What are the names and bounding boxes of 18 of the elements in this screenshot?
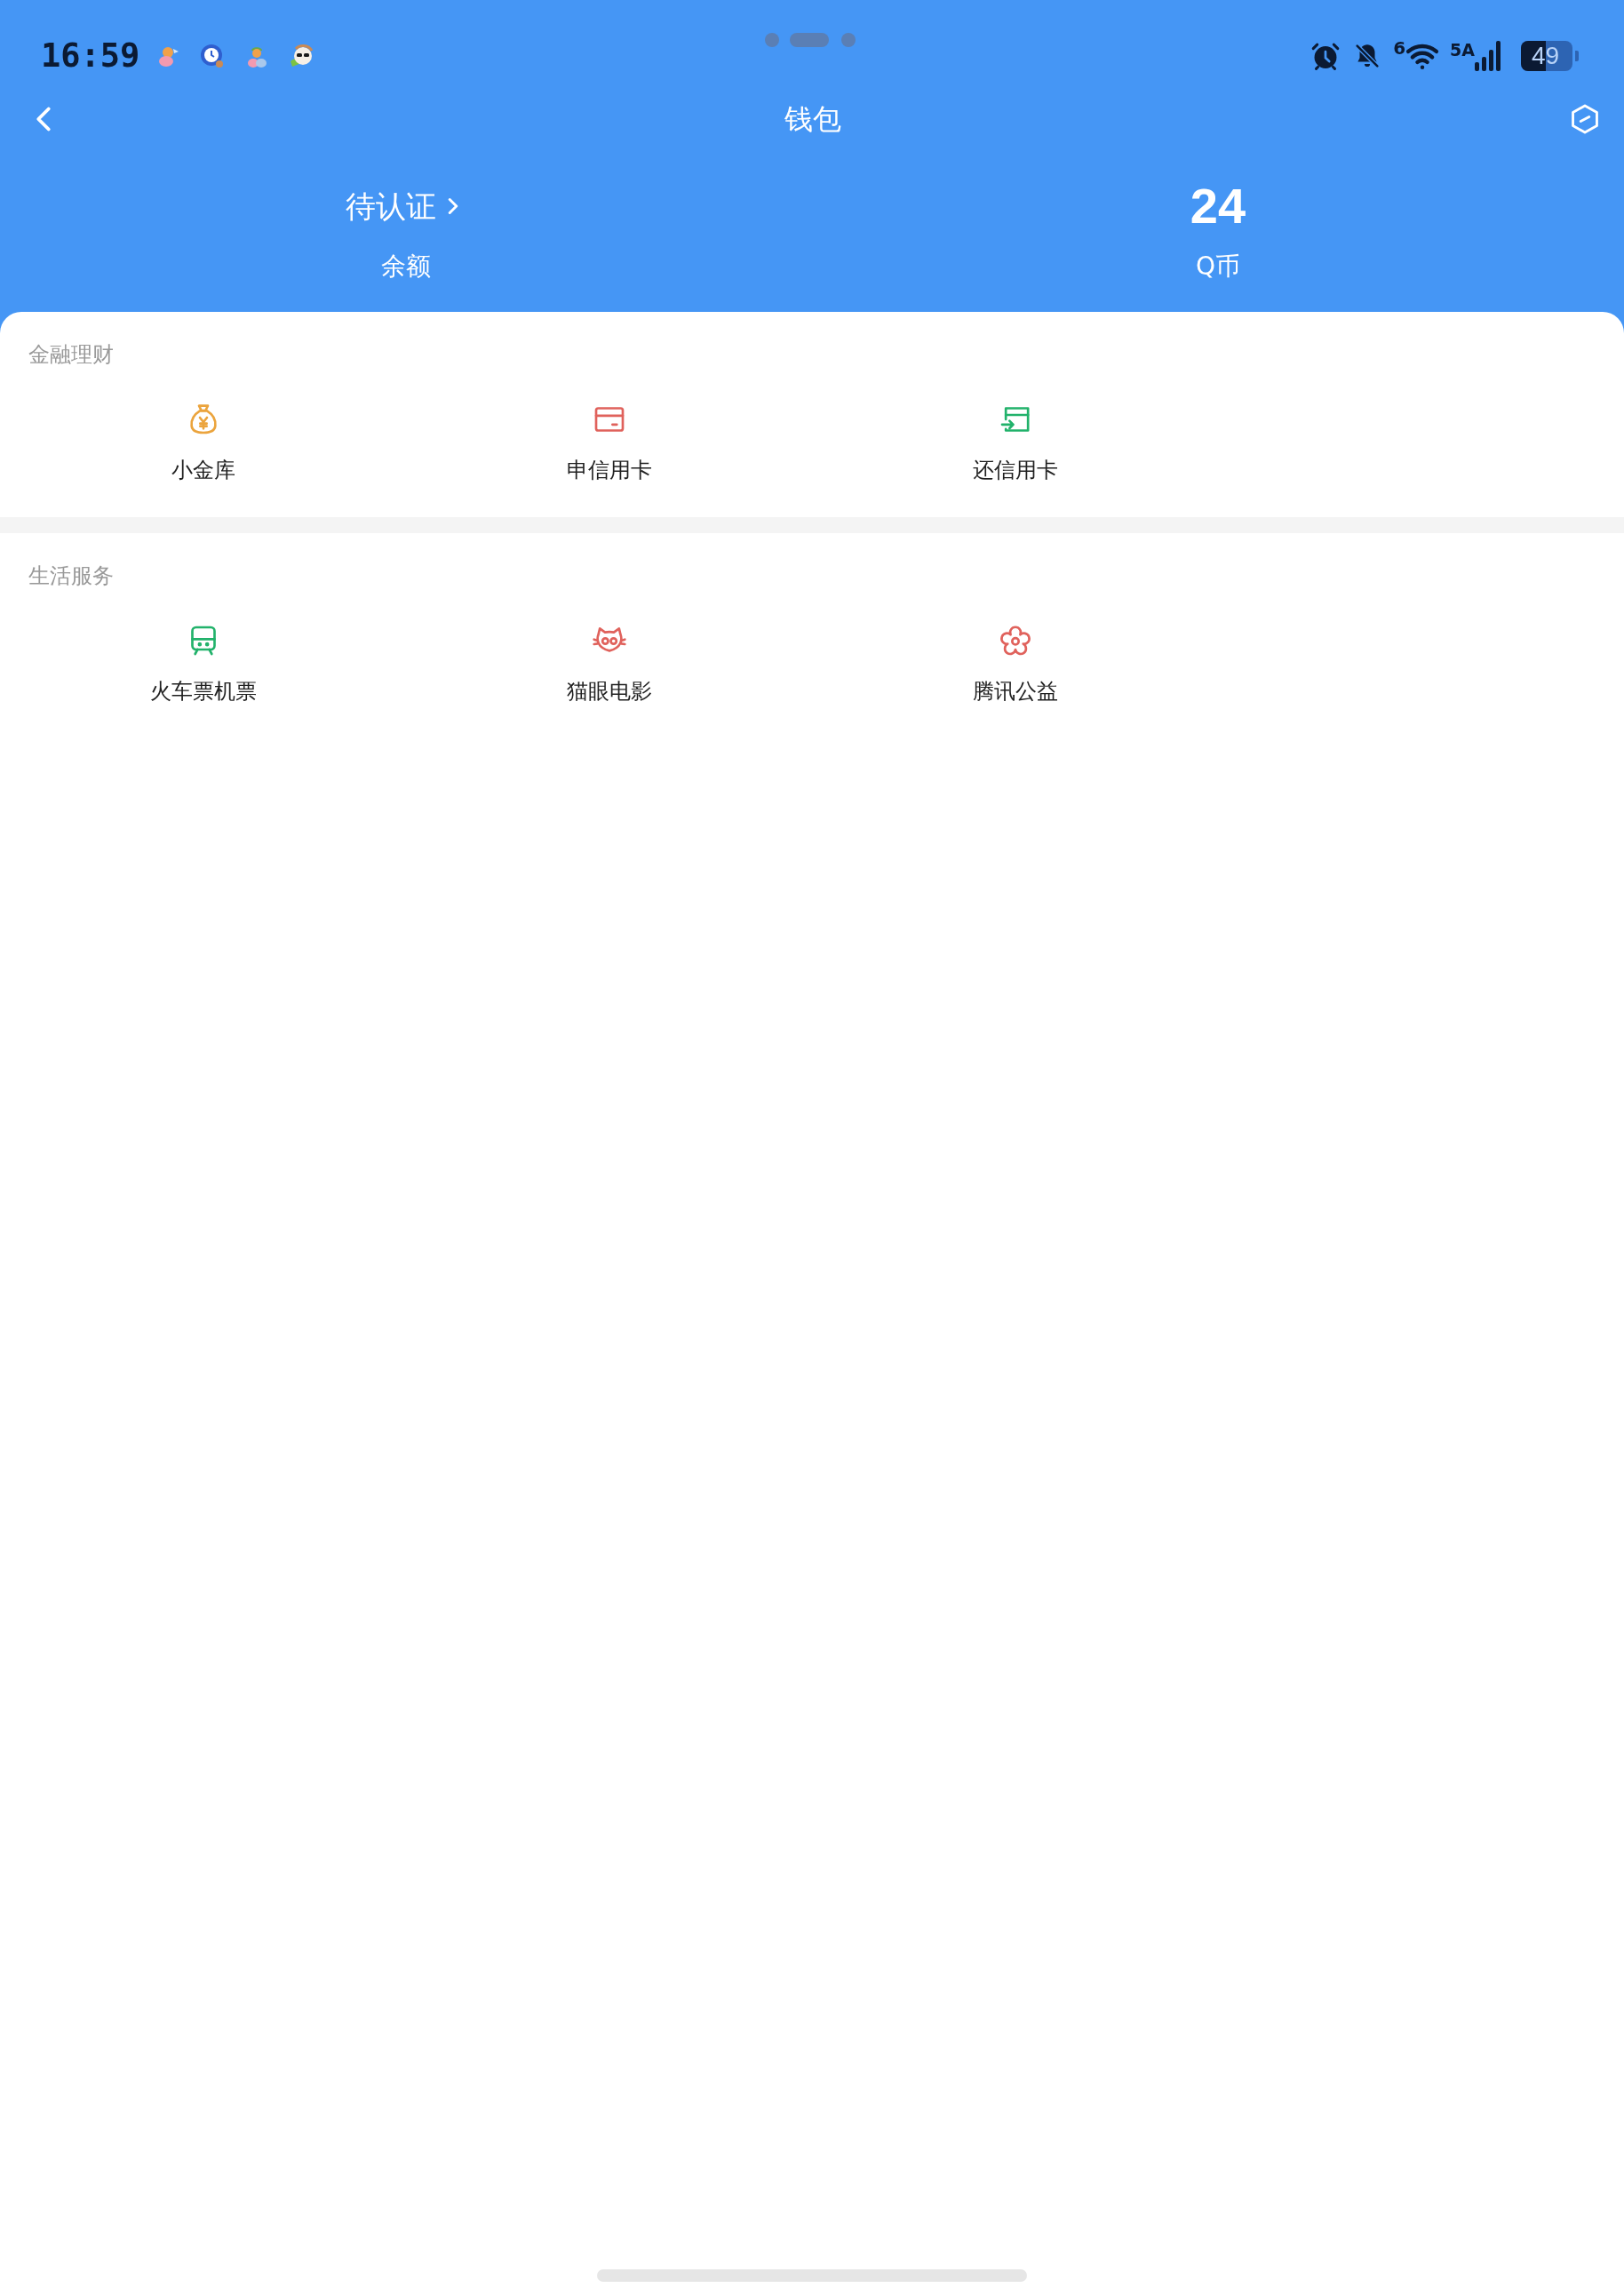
- wifi-standard-label: 6: [1393, 39, 1406, 57]
- status-time: 16:59: [41, 36, 140, 76]
- clock-icon: [200, 44, 226, 68]
- service-button[interactable]: 猫眼电影: [406, 623, 812, 706]
- service-button[interactable]: 申信用卡: [406, 402, 812, 484]
- coin-amount: 24: [1190, 179, 1246, 233]
- network-type-label: 5A: [1450, 41, 1475, 59]
- summary-label: 余额: [381, 251, 431, 283]
- service-button[interactable]: 小金库: [0, 402, 406, 484]
- signal-icon: [1475, 41, 1501, 71]
- section-title: 金融理财: [28, 341, 115, 369]
- service-button[interactable]: 还信用卡: [812, 402, 1218, 484]
- window-handle-icon[interactable]: [763, 32, 856, 48]
- section-title: 生活服务: [28, 562, 115, 590]
- service-button[interactable]: 腾讯公益: [812, 623, 1218, 706]
- service-button[interactable]: 火车票机票: [0, 623, 406, 706]
- summary-label: Q币: [1195, 251, 1240, 283]
- page-title: 钱包: [784, 101, 841, 138]
